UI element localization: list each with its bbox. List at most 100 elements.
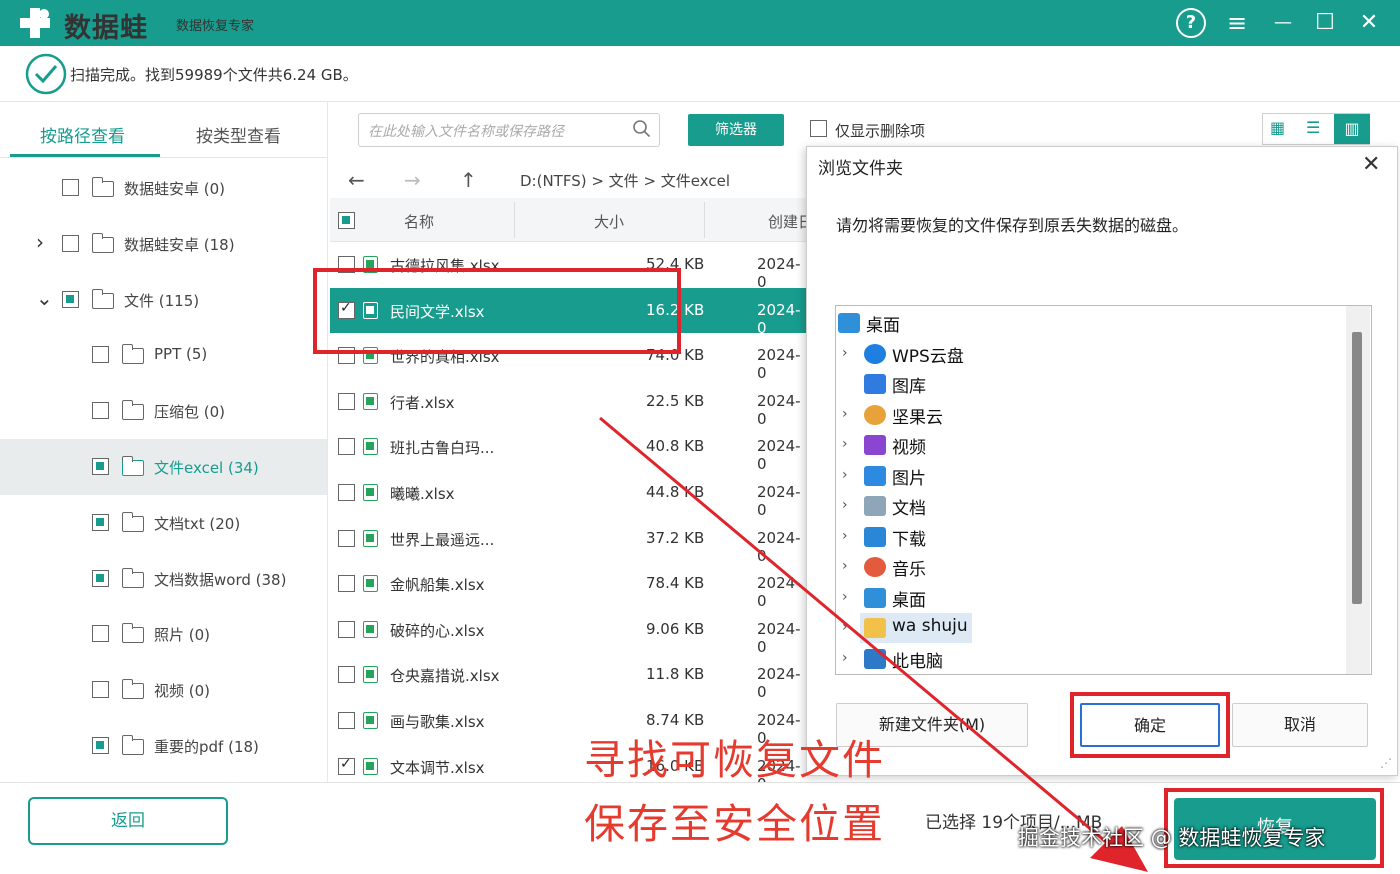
- sidebar-tree-item[interactable]: 重要的pdf (18): [0, 718, 327, 774]
- column-name[interactable]: 名称: [404, 211, 434, 232]
- folder-tree-item[interactable]: › 图片: [836, 461, 1356, 491]
- table-row[interactable]: 曦曦.xlsx 44.8 KB 2024-0: [330, 470, 810, 519]
- documents-icon: [864, 496, 886, 516]
- sidebar-tree-item[interactable]: ⌄ 文件 (115): [0, 272, 327, 328]
- tree-checkbox[interactable]: [92, 737, 109, 754]
- chevron-right-icon[interactable]: ›: [842, 589, 848, 605]
- chevron-right-icon[interactable]: ›: [842, 650, 848, 666]
- tree-checkbox[interactable]: [62, 234, 79, 252]
- folder-tree-item[interactable]: › 此电脑: [836, 644, 1356, 674]
- tab-by-type[interactable]: 按类型查看: [196, 122, 281, 147]
- chevron-right-icon[interactable]: ›: [842, 528, 848, 544]
- folder-tree-item[interactable]: › 文档: [836, 491, 1356, 521]
- folder-tree-item[interactable]: 桌面: [836, 308, 1356, 338]
- sidebar-tree-item[interactable]: 压缩包 (0): [0, 383, 327, 439]
- tree-checkbox[interactable]: [62, 290, 79, 308]
- tree-checkbox[interactable]: [92, 513, 109, 531]
- folder-tree-item[interactable]: › 坚果云: [836, 400, 1356, 430]
- cancel-button[interactable]: 取消: [1232, 703, 1368, 747]
- folder-tree-item[interactable]: › 下载: [836, 522, 1356, 552]
- column-size[interactable]: 大小: [594, 211, 624, 232]
- tree-checkbox[interactable]: [92, 402, 109, 420]
- file-name: 破碎的心.xlsx: [390, 621, 485, 640]
- table-row[interactable]: 世界上最遥远... 37.2 KB 2024-0: [330, 516, 810, 565]
- chevron-right-icon[interactable]: ›: [36, 230, 44, 254]
- tree-checkbox[interactable]: [62, 179, 79, 196]
- help-icon[interactable]: ?: [1176, 8, 1206, 38]
- folder-tree-item[interactable]: 图库: [836, 369, 1356, 399]
- tree-checkbox[interactable]: [92, 458, 109, 475]
- minimize-icon[interactable]: —: [1268, 8, 1298, 38]
- downloads-icon: [864, 526, 886, 547]
- sidebar-tree-item[interactable]: 文档txt (20): [0, 495, 327, 551]
- folder-tree-item[interactable]: › 音乐: [836, 552, 1356, 582]
- tree-checkbox[interactable]: [92, 681, 109, 699]
- folder-tree-item[interactable]: › 桌面: [836, 583, 1356, 613]
- table-row[interactable]: 班扎古鲁白玛... 40.8 KB 2024-0: [330, 424, 810, 473]
- tree-checkbox[interactable]: [92, 569, 109, 587]
- table-row[interactable]: 破碎的心.xlsx 9.06 KB 2024-0: [330, 607, 810, 656]
- sidebar-tree-item[interactable]: 数据蛙安卓 (0): [0, 160, 327, 216]
- resize-grip-icon[interactable]: ⋰: [1380, 756, 1392, 770]
- file-name: 班扎古鲁白玛...: [390, 439, 495, 458]
- dialog-close-icon[interactable]: ✕: [1362, 152, 1380, 177]
- file-size: 78.4 KB: [646, 574, 705, 593]
- sidebar-tree-item[interactable]: 文件excel (34): [0, 439, 327, 495]
- grid-view-icon[interactable]: ▦: [1270, 118, 1285, 137]
- folder-tree-item[interactable]: › wa shuju: [842, 613, 972, 643]
- sidebar-tree-item[interactable]: › 数据蛙安卓 (18): [0, 216, 327, 272]
- folder-icon: [91, 232, 114, 253]
- row-checkbox[interactable]: [338, 529, 355, 547]
- chevron-right-icon[interactable]: ›: [842, 497, 848, 513]
- file-name: 金帆船集.xlsx: [390, 576, 485, 595]
- forward-arrow-icon[interactable]: →: [404, 168, 421, 192]
- maximize-icon[interactable]: ☐: [1310, 8, 1340, 38]
- row-checkbox[interactable]: [338, 438, 355, 456]
- chevron-right-icon[interactable]: ›: [842, 436, 848, 452]
- watermark: 掘金技术社区 @ 数据蛙恢复专家: [1018, 826, 1326, 850]
- folder-tree-item[interactable]: › 视频: [836, 430, 1356, 460]
- sidebar-tree-item[interactable]: PPT (5): [0, 327, 327, 383]
- tab-by-path[interactable]: 按路径查看: [40, 122, 125, 147]
- row-checkbox[interactable]: [338, 575, 355, 593]
- sidebar-tree-item[interactable]: 视频 (0): [0, 662, 327, 718]
- folder-tree-label: 图库: [892, 377, 926, 397]
- detail-view-icon[interactable]: ▥: [1334, 114, 1370, 144]
- tree-checkbox[interactable]: [92, 346, 109, 364]
- search-icon[interactable]: [632, 119, 652, 139]
- folder-tree-scrollbar-thumb[interactable]: [1352, 332, 1362, 604]
- back-button[interactable]: 返回: [28, 797, 228, 845]
- row-checkbox[interactable]: [338, 756, 355, 775]
- file-name: 画与歌集.xlsx: [390, 713, 485, 731]
- table-row[interactable]: 仓央嘉措说.xlsx 11.8 KB 2024-0: [330, 652, 810, 701]
- search-placeholder: 在此处输入文件名称或保存路径: [368, 124, 564, 140]
- chevron-right-icon[interactable]: ›: [842, 467, 848, 483]
- table-row[interactable]: 行者.xlsx 22.5 KB 2024-0: [330, 379, 810, 428]
- chevron-right-icon[interactable]: ›: [842, 406, 848, 422]
- breadcrumb[interactable]: D:(NTFS) > 文件 > 文件excel: [520, 170, 730, 191]
- overlay-caption-line2: 保存至安全位置: [584, 800, 885, 848]
- sidebar-tree-item[interactable]: 文档数据word (38): [0, 551, 327, 607]
- back-arrow-icon[interactable]: ←: [348, 168, 365, 192]
- show-deleted-checkbox[interactable]: [810, 120, 827, 137]
- row-checkbox[interactable]: [338, 620, 355, 638]
- tree-checkbox[interactable]: [92, 625, 109, 643]
- menu-icon[interactable]: ≡: [1222, 8, 1252, 38]
- folder-tree-item[interactable]: › WPS云盘: [836, 339, 1356, 369]
- folder-tree-label: 坚果云: [892, 407, 943, 428]
- row-checkbox[interactable]: [338, 392, 355, 410]
- select-all-checkbox[interactable]: [338, 212, 355, 229]
- up-arrow-icon[interactable]: ↑: [460, 168, 477, 192]
- list-view-icon[interactable]: ☰: [1306, 118, 1320, 137]
- table-row[interactable]: 金帆船集.xlsx 78.4 KB 2024-0: [330, 561, 810, 610]
- row-checkbox[interactable]: [338, 484, 355, 501]
- chevron-right-icon[interactable]: ›: [842, 619, 848, 635]
- sidebar-tree-item[interactable]: 照片 (0): [0, 606, 327, 662]
- filter-button[interactable]: 筛选器: [688, 114, 784, 146]
- chevron-right-icon[interactable]: ›: [842, 558, 848, 574]
- close-icon[interactable]: ✕: [1354, 8, 1384, 38]
- chevron-down-icon[interactable]: ⌄: [36, 286, 53, 310]
- chevron-right-icon[interactable]: ›: [842, 345, 848, 361]
- row-checkbox[interactable]: [338, 712, 355, 729]
- row-checkbox[interactable]: [338, 666, 355, 684]
